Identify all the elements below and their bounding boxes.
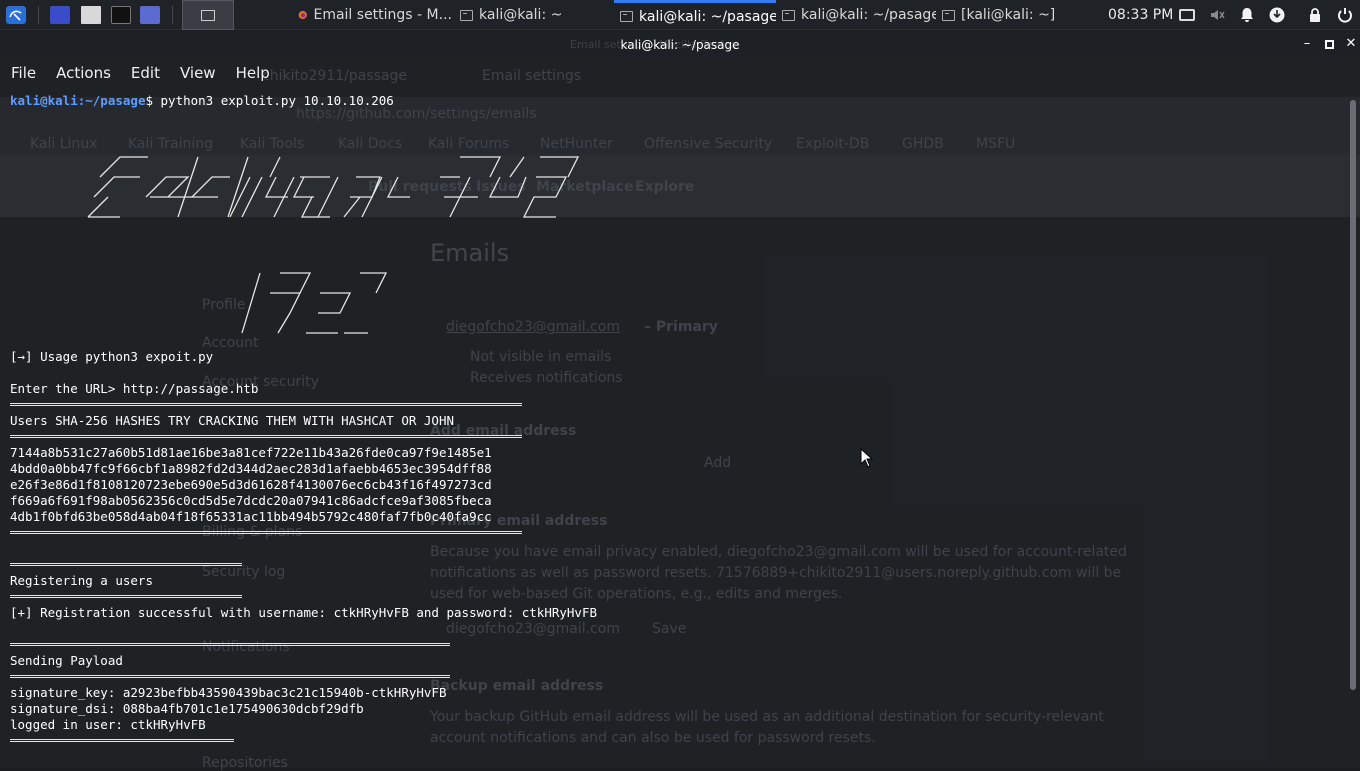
table-border bbox=[10, 403, 522, 406]
task-label: Email settings - M... bbox=[313, 7, 452, 23]
display-icon[interactable] bbox=[1179, 9, 1195, 21]
menu-actions[interactable]: Actions bbox=[56, 64, 111, 82]
task-firefox[interactable]: Email settings - M... bbox=[292, 0, 452, 30]
show-desktop-icon[interactable] bbox=[50, 6, 70, 24]
window-title: kali@kali: ~/pasage bbox=[620, 38, 740, 52]
menu-edit[interactable]: Edit bbox=[131, 64, 160, 82]
firefox-icon bbox=[298, 10, 307, 20]
sending-payload-line: Sending Payload bbox=[10, 653, 123, 668]
table-border bbox=[10, 643, 450, 646]
hash-line: 4db1f0bfd63be058d4ab04f18f65331ac11bb494… bbox=[10, 509, 492, 524]
file-manager-icon[interactable] bbox=[81, 6, 101, 24]
minimize-icon[interactable]: – bbox=[1300, 37, 1314, 51]
prompt-path: :~/pasage bbox=[77, 93, 146, 108]
task-terminal-4[interactable]: [kali@kali: ~] bbox=[936, 0, 1060, 30]
table-border bbox=[10, 739, 234, 742]
table-border bbox=[10, 675, 450, 678]
top-panel: Email settings - M... kali@kali: ~ kali@… bbox=[0, 0, 1360, 30]
terminal-icon bbox=[942, 9, 955, 21]
table-border bbox=[10, 595, 242, 598]
table-border bbox=[10, 563, 242, 566]
close-icon[interactable]: ✕ bbox=[1344, 37, 1358, 51]
task-terminal-2[interactable]: kali@kali: ~/pasage bbox=[614, 0, 776, 30]
panel-separator bbox=[38, 6, 39, 24]
command-text: python3 exploit.py 10.10.10.206 bbox=[153, 93, 394, 108]
prompt-symbol: $ bbox=[145, 93, 153, 108]
url-input-line: Enter the URL> http://passage.htb bbox=[10, 381, 259, 396]
hash-line: 4bdd0a0bb47fc9f66cbf1a8982fd2d344d2aec28… bbox=[10, 461, 492, 476]
notification-bell-icon[interactable] bbox=[1239, 7, 1255, 23]
maximize-icon[interactable] bbox=[1322, 37, 1336, 51]
power-icon[interactable] bbox=[1337, 7, 1353, 23]
prompt-line: kali@kali:~/pasage$ python3 exploit.py 1… bbox=[10, 93, 394, 109]
clock[interactable]: 08:33 PM bbox=[1108, 0, 1173, 30]
registering-line: Registering a users bbox=[10, 573, 153, 588]
terminal-scrollbar[interactable] bbox=[1350, 100, 1356, 690]
terminal-window: Email settings - Mozilla Firefox kali@ka… bbox=[0, 31, 1360, 768]
ascii-banner-art bbox=[87, 156, 580, 334]
task-label: kali@kali: ~ bbox=[479, 7, 563, 23]
hash-line: e26f3e86d1f8108120723ebe690e5d3d61628f41… bbox=[10, 477, 492, 492]
hash-line: 7144a8b531c27a60b51d81ae16be3a81cef722e1… bbox=[10, 445, 492, 460]
hash-header: Users SHA-256 HASHES TRY CRACKING THEM W… bbox=[10, 413, 455, 428]
mouse-pointer-icon bbox=[860, 448, 874, 468]
terminal-launcher-icon[interactable] bbox=[111, 6, 131, 24]
menu-file[interactable]: File bbox=[11, 64, 36, 82]
menu-bar: File Actions Edit View Help bbox=[0, 59, 1360, 87]
table-border bbox=[10, 531, 522, 534]
panel-separator bbox=[172, 6, 173, 24]
signature-key-line: signature_key: a2923befbb43590439bac3c21… bbox=[10, 685, 447, 700]
task-terminal-1[interactable]: kali@kali: ~ bbox=[454, 0, 604, 30]
volume-icon[interactable] bbox=[1209, 7, 1225, 23]
terminal-icon bbox=[782, 9, 795, 21]
terminal-icon bbox=[620, 11, 633, 22]
task-terminal-3[interactable]: kali@kali: ~/pasage bbox=[776, 0, 936, 30]
workspace-switcher[interactable] bbox=[182, 0, 234, 30]
task-label: [kali@kali: ~] bbox=[961, 7, 1056, 23]
menu-view[interactable]: View bbox=[180, 64, 216, 82]
lock-icon[interactable] bbox=[1307, 7, 1323, 23]
prompt-user: kali@kali bbox=[10, 93, 78, 108]
task-label: kali@kali: ~/pasage bbox=[801, 7, 936, 23]
usage-line: [→] Usage python3 expoit.py bbox=[10, 349, 214, 364]
task-label: kali@kali: ~/pasage bbox=[639, 8, 776, 25]
hash-line: f669a6f691f98ab0562356c0cd5d5e7dcdc20a07… bbox=[10, 493, 492, 508]
kali-menu-icon[interactable] bbox=[4, 0, 28, 30]
workspace-icon bbox=[201, 9, 215, 21]
table-border bbox=[10, 435, 522, 438]
screen-recorder-icon[interactable] bbox=[140, 6, 160, 24]
update-icon[interactable] bbox=[1269, 7, 1285, 23]
registration-success-line: [+] Registration successful with usernam… bbox=[10, 605, 597, 620]
terminal-icon bbox=[460, 9, 473, 21]
menu-help[interactable]: Help bbox=[236, 64, 270, 82]
window-titlebar[interactable]: Email settings - Mozilla Firefox kali@ka… bbox=[0, 31, 1360, 59]
logged-in-line: logged in user: ctkHRyHvFB bbox=[10, 717, 206, 732]
signature-dsi-line: signature_dsi: 088ba4fb701c1e175490630dc… bbox=[10, 701, 364, 716]
